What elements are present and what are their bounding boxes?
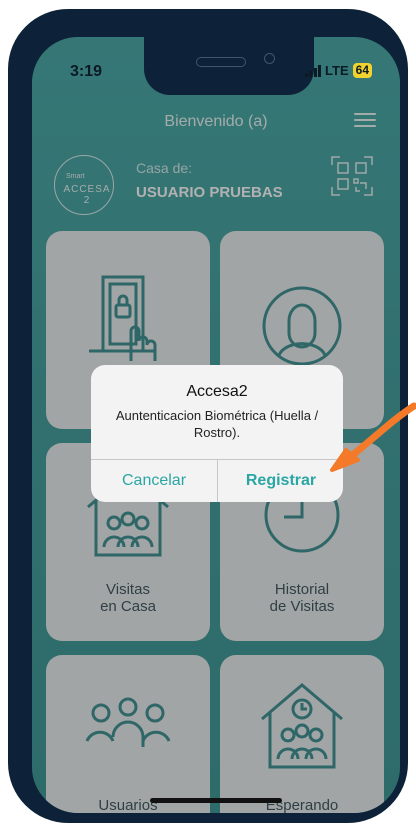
arrow-icon <box>330 402 416 472</box>
home-indicator[interactable] <box>150 798 282 803</box>
status-bar-right: LTE 64 <box>304 63 372 78</box>
dialog-message: Auntenticacion Biométrica (Huella / Rost… <box>115 408 319 440</box>
camera <box>264 53 275 64</box>
dialog-title: Accesa2 <box>186 383 248 400</box>
notch <box>144 37 314 95</box>
battery-icon: 64 <box>352 63 372 78</box>
cancel-button[interactable]: Cancelar <box>91 460 217 502</box>
alert-dialog: Accesa2 Auntenticacion Biométrica (Huell… <box>91 365 343 502</box>
speaker <box>196 57 246 67</box>
signal-icon <box>304 64 322 77</box>
network-label: LTE <box>325 63 349 78</box>
status-time: 3:19 <box>70 63 103 80</box>
